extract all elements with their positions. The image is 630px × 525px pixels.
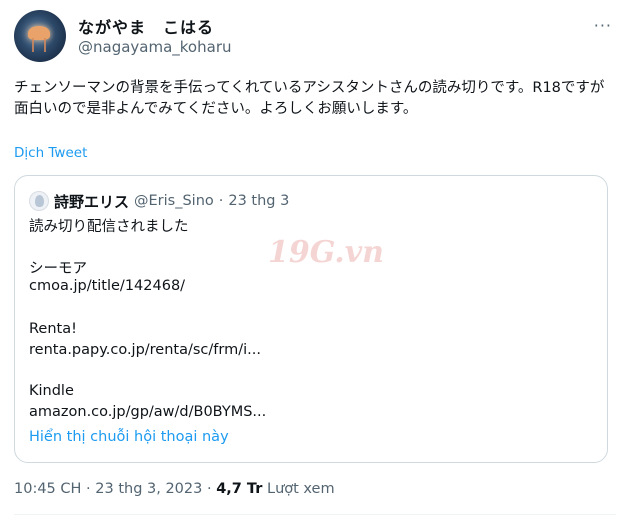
quoted-author-handle: @Eris_Sino: [134, 193, 214, 209]
quoted-author-name: 詩野エリス: [54, 192, 130, 211]
quoted-link-renta: renta.papy.co.jp/renta/sc/frm/i...: [29, 342, 261, 358]
tweet-header: ながやま こはる @nagayama_koharu ···: [14, 10, 616, 66]
meta-separator: ·: [86, 481, 91, 497]
quoted-line-kindle-label: Kindle: [29, 383, 74, 399]
more-options-icon[interactable]: ···: [594, 16, 612, 35]
show-thread-link[interactable]: Hiển thị chuỗi hội thoại này: [29, 429, 229, 445]
quoted-line-announce: 読み切り配信されました: [29, 219, 189, 235]
quoted-link-cmoa: cmoa.jp/title/142468/: [29, 278, 186, 294]
tweet-date[interactable]: 23 thg 3, 2023: [95, 481, 202, 497]
quoted-tweet-header: 詩野エリス @Eris_Sino · 23 thg 3: [29, 190, 289, 212]
tweet-meta: 10:45 CH · 23 thg 3, 2023 · 4,7 Tr Lượt …: [14, 481, 335, 497]
author-name[interactable]: ながやま こはる: [78, 14, 214, 38]
divider: [14, 514, 616, 515]
quoted-avatar: [29, 191, 49, 211]
quoted-tweet[interactable]: 詩野エリス @Eris_Sino · 23 thg 3 読み切り配信されました …: [14, 175, 608, 463]
view-count-label: Lượt xem: [266, 481, 335, 497]
meta-separator: ·: [206, 481, 212, 497]
watermark-text: 19G.vn: [268, 235, 384, 270]
quoted-line-renta-label: Renta!: [29, 321, 77, 337]
quoted-date: 23 thg 3: [228, 193, 290, 209]
avatar[interactable]: [14, 10, 66, 62]
tweet-text: チェンソーマンの背景を手伝ってくれているアシスタントさんの読み切りです。R18で…: [14, 80, 605, 117]
quoted-line-cmoa-label: シーモア: [29, 261, 87, 277]
tweet-time[interactable]: 10:45 CH: [14, 481, 81, 497]
quoted-link-kindle: amazon.co.jp/gp/aw/d/B0BYMS...: [29, 404, 267, 420]
watermark-logo: 19G.vn: [268, 235, 384, 291]
author-handle[interactable]: @nagayama_koharu: [78, 38, 232, 56]
quoted-separator: ·: [218, 193, 224, 209]
view-count: 4,7 Tr: [216, 481, 263, 497]
translate-tweet-link[interactable]: Dịch Tweet: [14, 145, 87, 161]
